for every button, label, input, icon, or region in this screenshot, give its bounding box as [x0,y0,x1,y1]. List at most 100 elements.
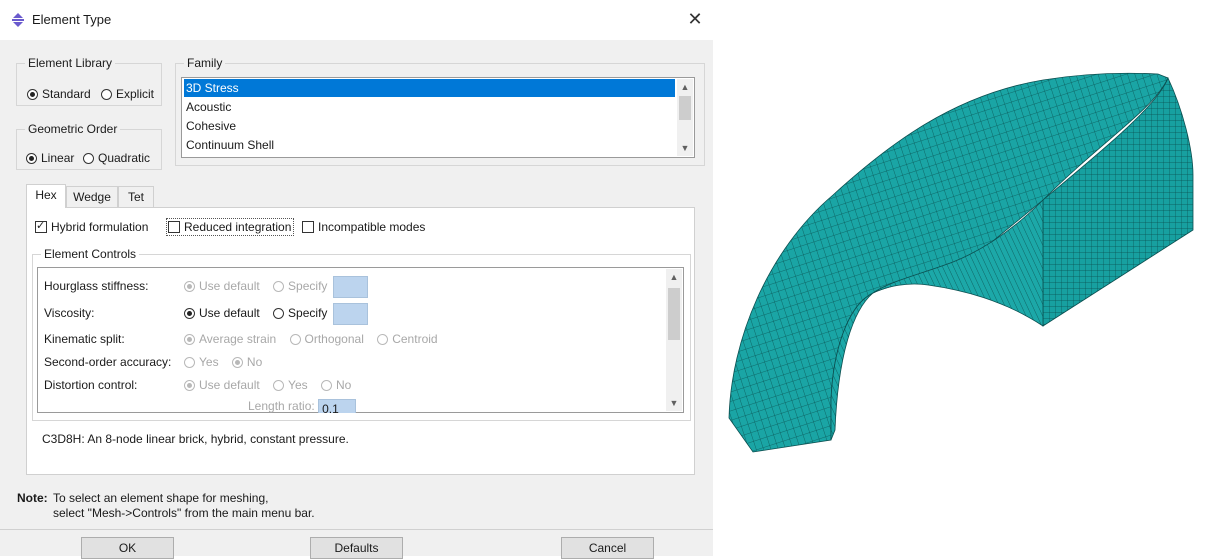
viscosity-default-indicator[interactable] [184,308,195,319]
kinematic-average-indicator[interactable] [184,334,195,345]
kinematic-label: Kinematic split: [44,332,125,346]
radio-linear-label: Linear [41,151,75,165]
geometric-order-legend: Geometric Order [28,122,118,136]
family-item-acoustic[interactable]: Acoustic [184,98,675,116]
hourglass-specify[interactable]: Specify [273,279,327,293]
reduced-checkbox-box[interactable] [168,221,180,233]
radio-standard-indicator[interactable] [27,89,38,100]
kinematic-centroid-indicator[interactable] [377,334,389,345]
scroll-down-icon[interactable]: ▼ [677,140,693,156]
kinematic-average-strain[interactable]: Average strain [184,332,276,346]
kinematic-average-label: Average strain [199,332,277,346]
reduced-integration-checkbox[interactable]: Reduced integration [166,218,295,236]
hybrid-checkbox-box[interactable] [35,219,47,233]
tab-tet[interactable]: Tet [118,186,154,207]
family-item-3d-stress[interactable]: 3D Stress [184,79,675,97]
element-type-dialog: Element Type ✕ Element Library Standard … [0,0,713,559]
hybrid-checkbox-label: Hybrid formulation [51,220,149,234]
family-item-continuum-shell[interactable]: Continuum Shell [184,136,675,154]
element-type-icon [12,13,24,27]
viscosity-specify[interactable]: Specify [273,306,327,320]
second-order-label: Second-order accuracy: [44,355,172,369]
element-library-legend: Element Library [28,56,113,70]
viscosity-specify-label: Specify [288,306,328,320]
distortion-yes-label: Yes [288,378,308,392]
element-controls-legend: Element Controls [44,247,137,261]
distortion-no-label: No [335,378,352,392]
element-controls-box: Hourglass stiffness: Use default Specify… [37,267,684,413]
viscosity-use-default[interactable]: Use default [184,306,260,320]
radio-linear[interactable]: Linear [26,151,74,165]
radio-quadratic-indicator[interactable] [83,153,94,164]
distortion-yes-indicator[interactable] [273,380,285,391]
distortion-default-label: Use default [199,378,260,392]
close-icon[interactable]: ✕ [683,8,707,32]
length-ratio-label: Length ratio: [248,399,315,413]
second-order-no[interactable]: No [231,355,263,369]
length-ratio-field[interactable]: 0.1 [318,399,357,413]
viscosity-default-label: Use default [199,306,260,320]
kinematic-orthogonal-indicator[interactable] [289,334,301,345]
hourglass-specify-label: Specify [288,279,328,293]
hourglass-specify-indicator[interactable] [273,281,285,292]
kinematic-orthogonal[interactable]: Orthogonal [289,332,364,346]
length-ratio-row: Length ratio: 0.1 [248,399,357,413]
family-legend: Family [187,56,223,70]
kinematic-centroid-label: Centroid [392,332,438,346]
distortion-no[interactable]: No [320,378,352,392]
hourglass-default-label: Use default [199,279,260,293]
distortion-no-indicator[interactable] [320,380,332,391]
kinematic-centroid[interactable]: Centroid [377,332,438,346]
incompatible-modes-checkbox[interactable]: Incompatible modes [302,220,425,234]
note-line-2: select "Mesh->Controls" from the main me… [53,506,315,520]
second-order-no-label: No [246,355,263,369]
button-separator [0,529,713,530]
kinematic-orthogonal-label: Orthogonal [304,332,364,346]
incompatible-checkbox-box[interactable] [302,221,314,233]
distortion-use-default[interactable]: Use default [184,378,260,392]
second-order-no-indicator[interactable] [231,357,243,368]
radio-linear-indicator[interactable] [26,153,37,164]
controls-scroll-down-icon[interactable]: ▼ [666,395,682,411]
family-listbox[interactable]: 3D Stress Acoustic Cohesive Continuum Sh… [181,77,695,158]
viscosity-value-field[interactable] [332,302,368,325]
viscosity-specify-indicator[interactable] [273,308,285,319]
mesh-viewport [728,72,1194,453]
radio-explicit-label: Explicit [116,87,155,101]
tab-hex[interactable]: Hex [26,184,66,208]
tab-wedge[interactable]: Wedge [66,186,118,207]
hourglass-default-indicator[interactable] [184,281,195,292]
controls-scroll-up-icon[interactable]: ▲ [666,269,682,285]
hourglass-value-field[interactable] [332,275,368,298]
second-order-yes-indicator[interactable] [184,357,195,368]
element-library-group: Element Library Standard Explicit [16,56,162,106]
viscosity-label: Viscosity: [44,306,95,320]
distortion-default-indicator[interactable] [184,380,195,391]
radio-standard[interactable]: Standard [27,87,91,101]
radio-standard-label: Standard [42,87,91,101]
note-line-1: To select an element shape for meshing, [53,491,269,505]
dialog-title: Element Type [32,12,112,27]
second-order-yes-label: Yes [199,355,219,369]
scroll-up-icon[interactable]: ▲ [677,79,693,95]
radio-explicit[interactable]: Explicit [101,87,154,101]
family-item-cohesive[interactable]: Cohesive [184,117,675,135]
radio-quadratic[interactable]: Quadratic [83,151,150,165]
incompatible-checkbox-label: Incompatible modes [318,220,426,234]
note-label: Note: [17,491,48,505]
geometric-order-group: Geometric Order Linear Quadratic [16,122,162,170]
element-description: C3D8H: An 8-node linear brick, hybrid, c… [42,432,349,446]
distortion-label: Distortion control: [44,378,138,392]
family-scrollbar[interactable]: ▲ ▼ [677,79,693,156]
radio-quadratic-label: Quadratic [98,151,151,165]
title-bar: Element Type ✕ [0,0,713,40]
hybrid-formulation-checkbox[interactable]: Hybrid formulation [35,219,149,234]
scroll-thumb[interactable] [679,96,691,120]
hourglass-use-default[interactable]: Use default [184,279,260,293]
controls-scroll-thumb[interactable] [668,288,680,340]
hourglass-label: Hourglass stiffness: [44,279,149,293]
second-order-yes[interactable]: Yes [184,355,219,369]
radio-explicit-indicator[interactable] [101,89,112,100]
controls-scrollbar[interactable]: ▲ ▼ [666,269,682,411]
distortion-yes[interactable]: Yes [273,378,308,392]
